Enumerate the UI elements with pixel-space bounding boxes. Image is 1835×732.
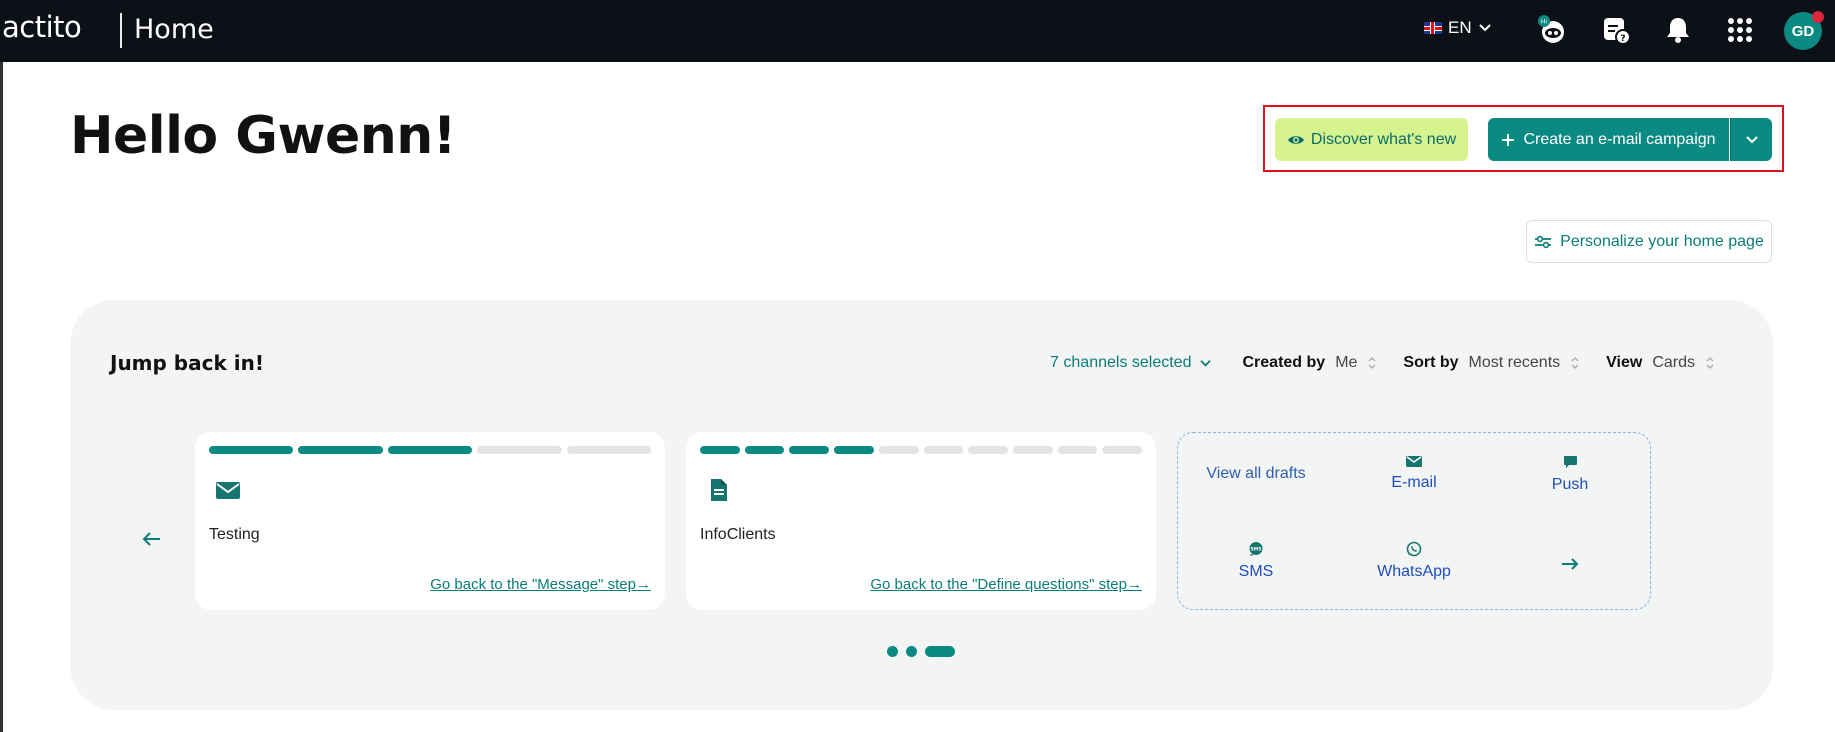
window-left-edge [0,62,6,732]
carousel-previous-arrow-icon[interactable] [140,527,170,551]
app-grid-icon[interactable] [1724,14,1756,46]
create-campaign-label: Create an e-mail campaign [1523,130,1716,148]
svg-text:Hi: Hi [1541,19,1548,26]
sms-label: SMS [1238,563,1274,580]
avatar-initials: GD [1791,22,1815,40]
go-back-define-questions-step-link[interactable]: Go back to the "Define questions" step→ [870,576,1142,593]
push-label: Push [1551,476,1589,493]
view-filter[interactable]: View Cards [1606,354,1715,372]
draft-card-testing[interactable]: Testing Go back to the "Message" step→ [195,432,665,610]
pagination-dot[interactable] [925,646,955,657]
discover-label: Discover what's new [1310,130,1457,148]
created-by-filter[interactable]: Created by Me [1242,354,1377,372]
assistant-bot-icon[interactable]: Hi [1536,14,1568,46]
sort-arrows-icon [1368,357,1376,369]
personalize-home-page-button[interactable]: Personalize your home page [1526,220,1772,263]
progress-segment [387,446,473,454]
greeting-heading: Hello Gwenn! [70,106,457,166]
discover-whats-new-button[interactable]: Discover what's new [1275,118,1468,161]
sort-arrows-icon [1571,357,1579,369]
view-all-drafts-label: View all drafts [1206,465,1306,482]
progress-segment [789,446,830,454]
progress-segment [477,446,562,454]
sms-icon: SMS [1249,542,1263,556]
go-back-message-step-link[interactable]: Go back to the "Message" step→ [430,576,651,593]
uk-flag-icon [1424,22,1442,34]
notifications-bell-icon[interactable] [1662,14,1694,46]
sms-drafts-link[interactable]: SMS SMS [1178,541,1334,581]
jump-back-in-panel: Jump back in! 7 channels selected Create… [70,300,1773,710]
channels-label: 7 channels selected [1050,354,1192,371]
actito-logo[interactable]: actito [2,10,82,44]
chevron-down-icon [1478,24,1491,32]
progress-segment [834,446,874,454]
jump-back-in-title: Jump back in! [110,351,264,375]
whatsapp-drafts-link[interactable]: WhatsApp [1336,541,1492,581]
create-email-campaign-button[interactable]: Create an e-mail campaign [1488,118,1729,161]
view-value: Cards [1652,354,1695,371]
page-title-home: Home [134,14,214,45]
language-label: EN [1448,18,1472,37]
email-drafts-link[interactable]: E-mail [1336,455,1492,492]
language-selector[interactable]: EN [1424,18,1492,38]
help-tickets-icon[interactable]: ? [1600,14,1632,46]
sort-by-label: Sort by [1403,354,1459,371]
channels-selector[interactable]: 7 channels selected [1050,354,1212,372]
created-by-value: Me [1335,354,1358,371]
drafts-shortcuts-box: View all drafts E-mail Push SMS SMS What… [1177,432,1651,610]
progress-segment [878,446,919,454]
view-all-drafts-link[interactable]: View all drafts [1178,465,1334,483]
card-progress-bar [700,446,1143,454]
chat-bubble-icon [1563,456,1577,468]
logo-separator [120,13,122,48]
personalize-label: Personalize your home page [1560,232,1764,250]
pagination-dot[interactable] [906,646,917,657]
eye-icon [1287,135,1304,144]
chevron-down-icon [1200,359,1212,367]
panel-filters: 7 channels selected Created by Me Sort b… [1050,354,1715,372]
card-title: InfoClients [700,526,776,543]
view-label: View [1606,354,1643,371]
carousel-pagination [887,646,955,657]
svg-text:?: ? [1620,34,1625,44]
push-drafts-link[interactable]: Push [1492,455,1648,494]
user-avatar[interactable]: GD [1784,11,1824,50]
progress-segment [923,446,964,454]
envelope-icon [1406,456,1422,467]
avatar-notification-dot [1812,11,1824,23]
sort-by-value: Most recents [1468,354,1561,371]
progress-segment [566,446,652,454]
sliders-icon [1535,235,1552,248]
progress-segment [1057,446,1098,454]
top-navigation-bar: actito Home EN Hi ? GD [0,0,1835,62]
card-progress-bar [209,446,652,454]
envelope-icon [216,482,240,499]
card-title: Testing [209,526,260,543]
plus-icon [1502,133,1515,146]
created-by-label: Created by [1242,354,1326,371]
whatsapp-icon [1406,541,1422,557]
create-campaign-dropdown-button[interactable] [1730,118,1772,161]
whatsapp-label: WhatsApp [1377,563,1451,580]
progress-segment [744,446,785,454]
svg-text:SMS: SMS [1251,547,1262,553]
progress-segment [298,446,383,454]
progress-segment [700,446,740,454]
progress-segment [1012,446,1053,454]
progress-segment [209,446,294,454]
email-label: E-mail [1391,474,1437,491]
sort-by-filter[interactable]: Sort by Most recents [1403,354,1580,372]
drafts-next-arrow-icon[interactable] [1492,557,1648,571]
sort-arrows-icon [1706,357,1714,369]
progress-segment [1102,446,1143,454]
progress-segment [968,446,1008,454]
pagination-dot[interactable] [887,646,898,657]
chevron-down-icon [1745,135,1758,143]
document-icon [711,479,727,501]
draft-card-infoclients[interactable]: InfoClients Go back to the "Define quest… [686,432,1156,610]
